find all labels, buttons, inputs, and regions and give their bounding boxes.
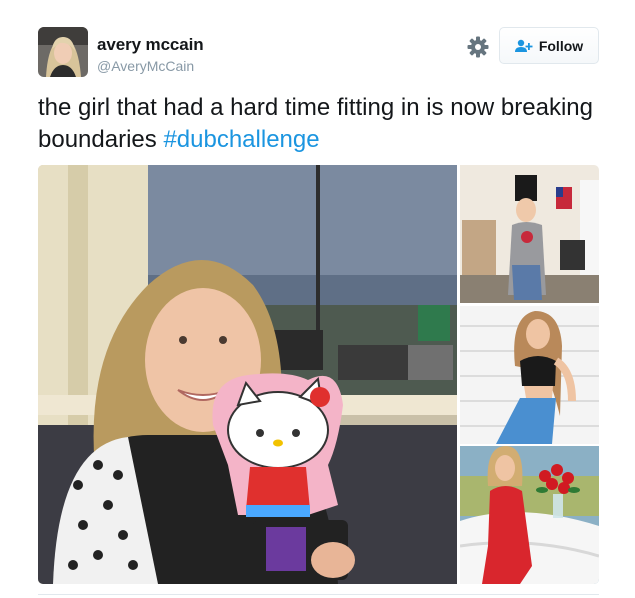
- tweet-text: the girl that had a hard time fitting in…: [38, 92, 608, 156]
- add-user-icon: [514, 39, 533, 52]
- user-handle[interactable]: @AveryMcCain: [97, 58, 194, 74]
- gear-icon[interactable]: [466, 35, 490, 59]
- avatar[interactable]: [38, 27, 88, 77]
- user-name[interactable]: avery mccain: [97, 35, 204, 55]
- media-photo-3[interactable]: [460, 306, 599, 444]
- follow-button[interactable]: Follow: [499, 27, 599, 64]
- media-photo-main[interactable]: [38, 165, 457, 584]
- media-photo-4[interactable]: [460, 446, 599, 584]
- tweet-card: avery mccain @AveryMcCain Follow the gir…: [0, 0, 635, 598]
- divider: [38, 594, 599, 595]
- hashtag-link[interactable]: #dubchallenge: [163, 126, 319, 153]
- follow-label: Follow: [538, 37, 584, 54]
- media-photo-2[interactable]: [460, 165, 599, 303]
